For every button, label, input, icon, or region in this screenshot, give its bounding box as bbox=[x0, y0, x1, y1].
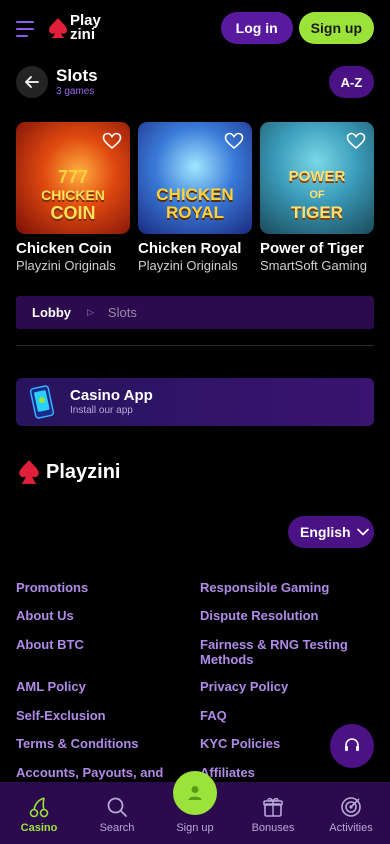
support-chat-button[interactable] bbox=[330, 724, 374, 768]
footer-link[interactable]: Promotions bbox=[16, 580, 88, 595]
footer-link[interactable]: AML Policy bbox=[16, 679, 86, 694]
game-provider: Playzini Originals bbox=[16, 258, 116, 273]
nav-label: Bonuses bbox=[251, 822, 295, 834]
nav-activities[interactable]: Activities bbox=[312, 782, 390, 844]
nav-bonuses[interactable]: Bonuses bbox=[234, 782, 312, 844]
footer-link[interactable]: Fairness & RNG Testing Methods bbox=[200, 637, 360, 667]
nav-label: Search bbox=[99, 822, 135, 834]
top-header: Play zini Log in Sign up bbox=[0, 0, 390, 56]
login-button[interactable]: Log in bbox=[220, 12, 293, 44]
game-art-text: 777 CHICKEN COIN bbox=[16, 168, 130, 222]
cherries-icon bbox=[29, 797, 49, 818]
game-art-text: POWER OF TIGER bbox=[260, 168, 374, 222]
game-card[interactable]: CHICKEN ROYAL Chicken Royal Playzini Ori… bbox=[138, 122, 252, 273]
footer-link[interactable]: Terms & Conditions bbox=[16, 736, 139, 751]
signup-fab-button[interactable] bbox=[173, 771, 217, 815]
brand-logo[interactable]: Play zini bbox=[46, 13, 101, 43]
footer-link[interactable]: Accounts, Payouts, and bbox=[16, 765, 163, 780]
sort-az-button[interactable]: A-Z bbox=[329, 66, 374, 98]
nav-label: Casino bbox=[20, 822, 58, 834]
chevron-down-icon bbox=[356, 528, 369, 536]
arrow-left-icon bbox=[25, 76, 39, 88]
footer-link[interactable]: FAQ bbox=[200, 708, 227, 723]
headset-icon bbox=[345, 738, 359, 751]
language-select[interactable]: English bbox=[288, 516, 374, 548]
signup-button[interactable]: Sign up bbox=[298, 12, 374, 44]
spade-logo-icon bbox=[19, 460, 39, 484]
game-art-line3: ROYAL bbox=[166, 203, 224, 222]
breadcrumb-lobby[interactable]: Lobby bbox=[32, 305, 71, 320]
game-name[interactable]: Power of Tiger bbox=[260, 240, 374, 257]
game-list: 777 CHICKEN COIN Chicken Coin Playzini O… bbox=[16, 122, 374, 273]
footer-logo[interactable]: Playzini bbox=[16, 458, 120, 486]
brand-line2: zini bbox=[70, 26, 95, 43]
page-title: Slots bbox=[56, 66, 98, 85]
casino-app-banner[interactable]: Casino App Install our app bbox=[16, 378, 374, 426]
game-art-line2: CHICKEN bbox=[156, 185, 234, 204]
divider bbox=[16, 345, 374, 346]
section-header: Slots 3 games A-Z bbox=[16, 64, 374, 100]
gift-icon bbox=[263, 797, 283, 817]
game-card[interactable]: POWER OF TIGER Power of Tiger SmartSoft … bbox=[260, 122, 374, 273]
game-thumbnail[interactable]: 777 CHICKEN COIN bbox=[16, 122, 130, 234]
footer-link[interactable]: Privacy Policy bbox=[200, 679, 288, 694]
heart-icon[interactable] bbox=[102, 132, 122, 150]
footer-link[interactable]: About BTC bbox=[16, 637, 84, 652]
game-count: 3 games bbox=[56, 86, 95, 97]
footer-link[interactable]: Self-Exclusion bbox=[16, 708, 106, 723]
phone-app-icon bbox=[29, 385, 55, 419]
brand-wordmark: Play zini bbox=[70, 13, 101, 43]
heart-icon[interactable] bbox=[346, 132, 366, 150]
footer-link[interactable]: Responsible Gaming bbox=[200, 580, 329, 595]
back-button[interactable] bbox=[16, 66, 48, 98]
breadcrumb-separator-icon: ▷ bbox=[87, 307, 94, 317]
game-provider: SmartSoft Gaming bbox=[260, 258, 367, 273]
nav-search[interactable]: Search bbox=[78, 782, 156, 844]
game-art-line1: POWER bbox=[288, 168, 346, 185]
game-art-line3: TIGER bbox=[291, 203, 343, 222]
breadcrumb: Lobby ▷ Slots bbox=[16, 296, 374, 329]
game-art-line2: CHICKEN bbox=[41, 187, 105, 203]
footer-link[interactable]: Dispute Resolution bbox=[200, 608, 318, 623]
app-banner-title: Casino App bbox=[70, 387, 153, 404]
game-art-line1: 777 bbox=[57, 167, 89, 187]
game-thumbnail[interactable]: CHICKEN ROYAL bbox=[138, 122, 252, 234]
game-art-text: CHICKEN ROYAL bbox=[138, 186, 252, 222]
user-icon bbox=[188, 786, 202, 800]
game-name[interactable]: Chicken Royal bbox=[138, 240, 252, 257]
search-icon bbox=[107, 797, 127, 817]
language-value: English bbox=[300, 524, 351, 540]
app-banner-subtitle: Install our app bbox=[70, 405, 133, 416]
target-icon bbox=[341, 797, 361, 817]
game-art-line2: OF bbox=[309, 189, 325, 201]
nav-label: Activities bbox=[329, 822, 373, 834]
nav-casino[interactable]: Casino bbox=[0, 782, 78, 844]
menu-icon[interactable] bbox=[16, 21, 36, 37]
nav-label: Sign up bbox=[176, 822, 214, 834]
game-thumbnail[interactable]: POWER OF TIGER bbox=[260, 122, 374, 234]
game-card[interactable]: 777 CHICKEN COIN Chicken Coin Playzini O… bbox=[16, 122, 130, 273]
heart-icon[interactable] bbox=[224, 132, 244, 150]
footer-logo-word: Playzini bbox=[46, 460, 121, 483]
footer-link[interactable]: KYC Policies bbox=[200, 736, 280, 751]
spade-logo-icon bbox=[49, 18, 67, 38]
game-provider: Playzini Originals bbox=[138, 258, 238, 273]
footer-link[interactable]: About Us bbox=[16, 608, 74, 623]
breadcrumb-current: Slots bbox=[107, 305, 137, 320]
game-name[interactable]: Chicken Coin bbox=[16, 240, 130, 257]
game-art-line3: COIN bbox=[50, 203, 96, 223]
